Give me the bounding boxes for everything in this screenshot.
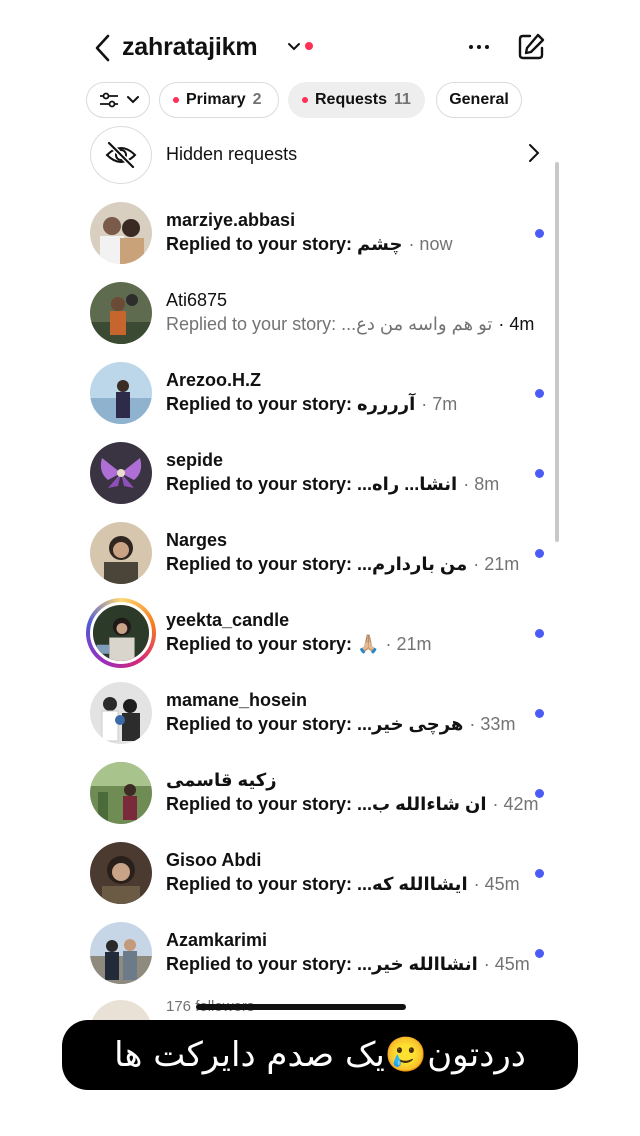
sender-name: Narges [166, 530, 228, 550]
avatar [90, 362, 152, 424]
message-preview: Replied to your story: 🙏🏼 · 21m [166, 634, 432, 654]
message-preview: Replied to your story: ان شاءالله ب... · 4… [166, 794, 539, 814]
message-preview: Replied to your story: تو هم واسه من دع..… [166, 314, 535, 334]
message-preview: Replied to your story: ایشاالله که... · 45… [166, 874, 520, 894]
message-preview: Replied to your story: انشاالله خیر... · 4… [166, 954, 530, 974]
avatar [90, 922, 152, 984]
sender-name: mamane_hosein [166, 690, 308, 710]
message-request-list: marziye.abbasi Replied to your story: چشم… [74, 200, 560, 1000]
filter-options-button[interactable] [86, 82, 150, 118]
avatar [90, 282, 152, 344]
hidden-requests-label: Hidden requests [166, 144, 298, 164]
more-options-icon[interactable] [466, 32, 492, 62]
account-username[interactable]: zahratajikm [122, 33, 258, 62]
unread-indicator [535, 469, 544, 478]
caption-overlay: دردتون🥲یک صدم دایرکت ها [62, 1020, 578, 1090]
back-arrow-icon[interactable] [92, 32, 114, 64]
list-item[interactable]: marziye.abbasi Replied to your story: چشم… [74, 200, 560, 280]
message-preview: Replied to your story: چشم · now [166, 234, 453, 254]
avatar [90, 842, 152, 904]
messages-page: zahratajikm Primary 2 Requests 11 Genera… [74, 0, 560, 1136]
top-bar: zahratajikm [74, 28, 560, 68]
unread-indicator [535, 229, 544, 238]
list-item[interactable]: Azamkarimi Replied to your story: انشاالل… [74, 920, 560, 1000]
unread-indicator [535, 789, 544, 798]
eye-slash-icon [105, 141, 137, 169]
unread-indicator [535, 869, 544, 878]
sender-name: sepide [166, 450, 224, 470]
message-preview: Replied to your story: من باردارم... · 21m [166, 554, 520, 574]
primary-badge-dot [173, 97, 179, 103]
tab-general-label: General [449, 91, 509, 108]
avatar-with-story-ring [86, 598, 156, 668]
requests-badge-dot [302, 97, 308, 103]
sender-name: زکیه قاسمی [166, 770, 277, 790]
filter-bar: Primary 2 Requests 11 General [74, 82, 560, 120]
avatar [90, 522, 152, 584]
tab-requests-count: 11 [394, 91, 411, 108]
chevron-right-icon [529, 144, 540, 162]
sender-name: marziye.abbasi [166, 210, 296, 230]
unread-indicator [535, 709, 544, 718]
tab-requests-label: Requests [315, 91, 388, 108]
sender-name: Gisoo Abdi [166, 850, 262, 870]
list-item[interactable]: mamane_hosein Replied to your story: هرچی… [74, 680, 560, 760]
tab-general[interactable]: General [436, 82, 522, 118]
sliders-icon [100, 92, 118, 108]
sender-name: Arezoo.H.Z [166, 370, 262, 390]
message-preview: Replied to your story: آرررره · 7m [166, 394, 458, 414]
avatar [90, 202, 152, 264]
list-item[interactable]: sepide Replied to your story: انشا... راه… [74, 440, 560, 520]
hidden-requests-row[interactable]: Hidden requests [74, 126, 560, 186]
message-preview: Replied to your story: هرچی خیر... · 33m [166, 714, 516, 734]
sender-name: Azamkarimi [166, 930, 268, 950]
chevron-down-icon [127, 96, 139, 104]
tab-primary-count: 2 [252, 91, 262, 108]
list-item[interactable]: Arezoo.H.Z Replied to your story: آرررره ·… [74, 360, 560, 440]
unread-indicator [535, 949, 544, 958]
list-item[interactable]: Narges Replied to your story: من باردارم.… [74, 520, 560, 600]
list-item[interactable]: Ati6875 Replied to your story: تو هم واسه… [74, 280, 560, 360]
tab-requests[interactable]: Requests 11 [288, 82, 425, 118]
list-item[interactable]: Gisoo Abdi Replied to your story: ایشاالل… [74, 840, 560, 920]
chevron-down-icon[interactable] [287, 40, 301, 54]
sender-name: Ati6875 [166, 290, 228, 310]
unread-indicator [535, 389, 544, 398]
account-notification-dot [305, 42, 313, 50]
list-item[interactable]: زکیه قاسمی Replied to your story: ان شاءا… [74, 760, 560, 840]
list-item[interactable]: yeekta_candle Replied to your story: 🙏🏼 · … [74, 598, 560, 680]
avatar [90, 682, 152, 744]
compose-icon[interactable] [516, 32, 546, 62]
sender-name: yeekta_candle [166, 610, 290, 630]
tab-primary[interactable]: Primary 2 [159, 82, 279, 118]
hidden-requests-avatar [90, 126, 152, 184]
tab-primary-label: Primary [186, 91, 246, 108]
avatar [90, 762, 152, 824]
unread-indicator [535, 629, 544, 638]
message-preview: Replied to your story: انشا... راه... · 8m [166, 474, 500, 494]
avatar [90, 442, 152, 504]
unread-indicator [535, 549, 544, 558]
home-indicator[interactable] [196, 1004, 406, 1010]
